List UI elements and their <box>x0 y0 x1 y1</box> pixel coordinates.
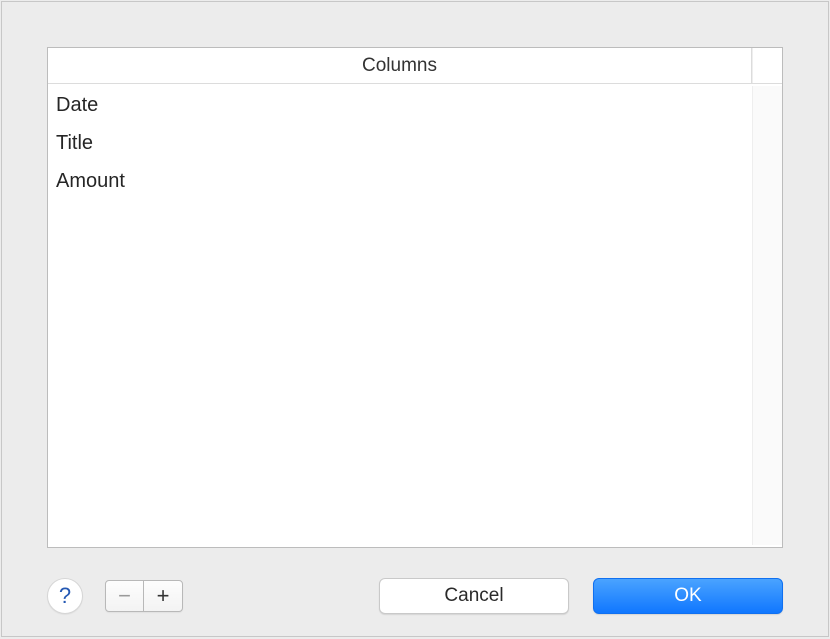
table-header-row: Columns <box>48 48 782 84</box>
ok-button[interactable]: OK <box>593 578 783 614</box>
list-item[interactable]: Title <box>48 124 752 162</box>
plus-icon: + <box>157 583 170 609</box>
table-header-spacer <box>752 48 782 83</box>
remove-button[interactable]: − <box>106 581 144 611</box>
columns-table: Columns Date Title Amount <box>47 47 783 548</box>
table-rows[interactable]: Date Title Amount <box>48 86 752 545</box>
add-button[interactable]: + <box>144 581 182 611</box>
scrollbar-track[interactable] <box>752 86 782 545</box>
add-remove-group: − + <box>105 580 183 612</box>
list-item[interactable]: Date <box>48 86 752 124</box>
list-item[interactable]: Amount <box>48 162 752 200</box>
cancel-button[interactable]: Cancel <box>379 578 569 614</box>
minus-icon: − <box>118 583 131 609</box>
columns-header[interactable]: Columns <box>48 48 752 83</box>
help-icon: ? <box>59 583 71 609</box>
table-body: Date Title Amount <box>48 84 782 547</box>
dialog-footer: ? − + Cancel OK <box>47 576 783 616</box>
columns-dialog: Columns Date Title Amount ? − + Cancel O… <box>1 1 829 637</box>
help-button[interactable]: ? <box>47 578 83 614</box>
